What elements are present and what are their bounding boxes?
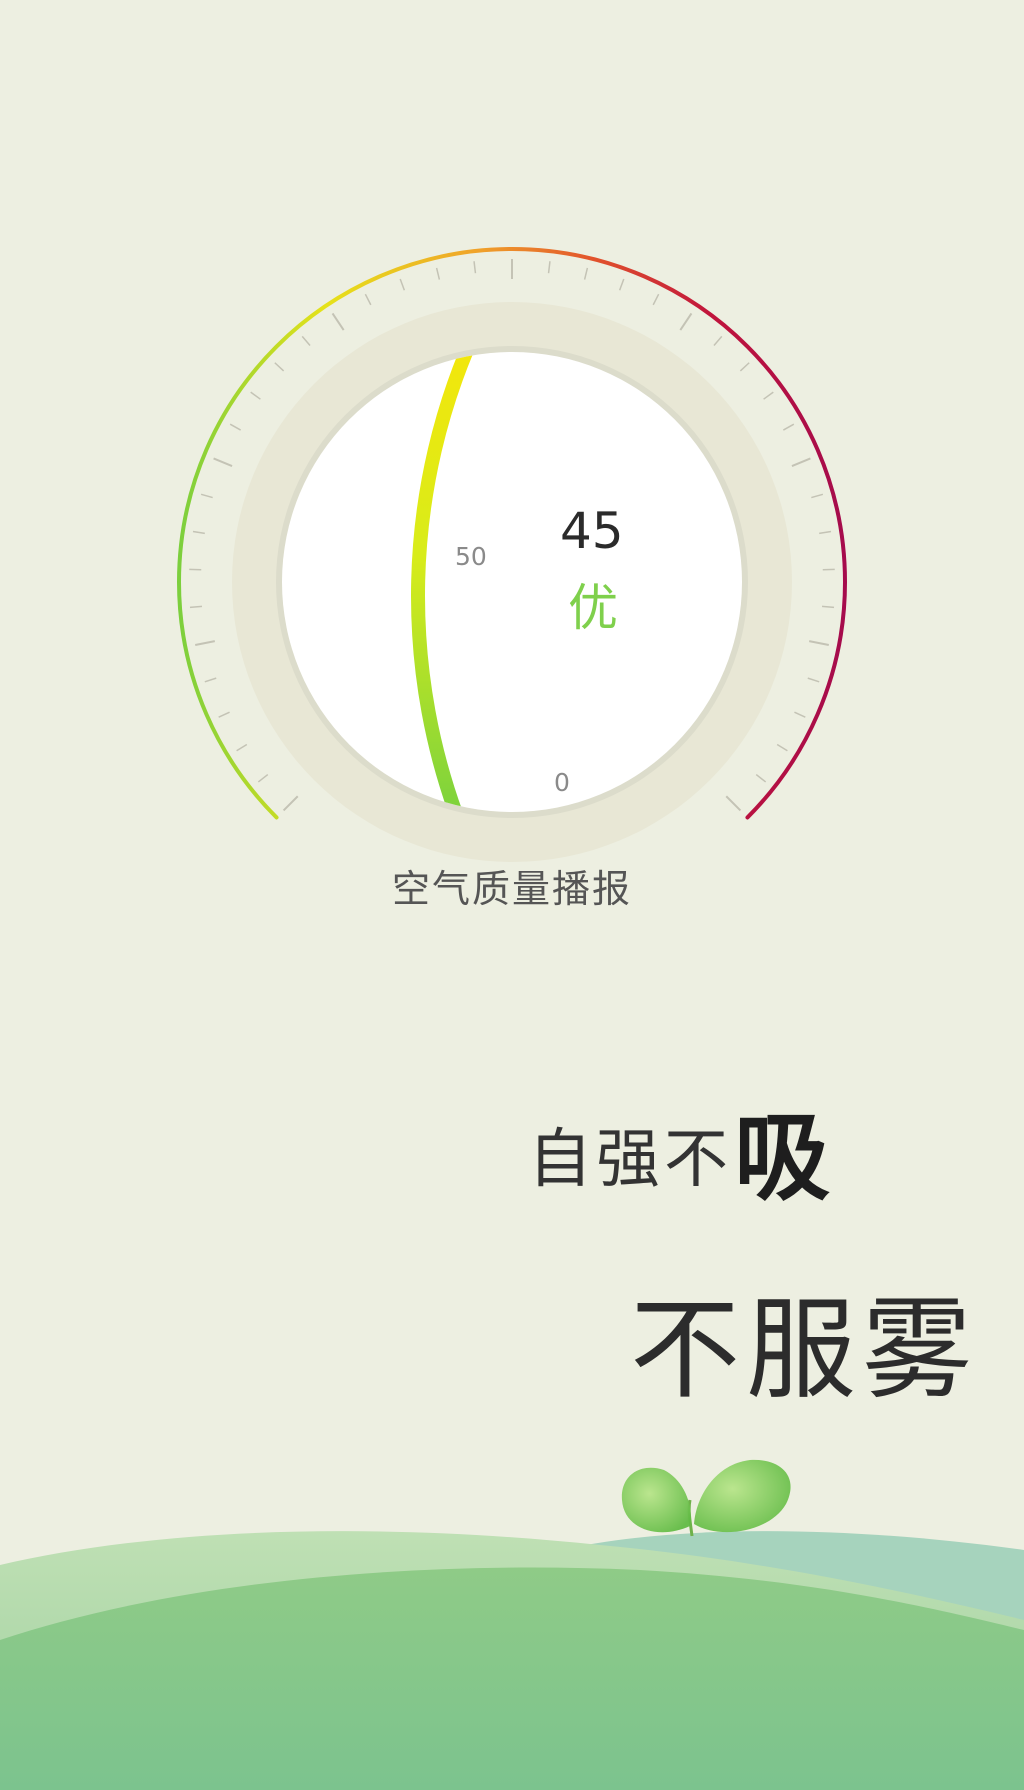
slogan-line-1: 自强不 xyxy=(528,1123,732,1197)
outer-tick xyxy=(725,795,742,812)
outer-tick xyxy=(652,293,660,306)
hills-illustration xyxy=(0,1459,1024,1790)
outer-tick xyxy=(618,278,625,291)
outer-tick xyxy=(195,640,216,646)
outer-tick xyxy=(811,493,824,499)
slogan-line-2: 不服雾 xyxy=(630,1286,978,1414)
outer-tick xyxy=(679,312,693,331)
aqi-level: 优 xyxy=(568,579,618,637)
outer-tick xyxy=(399,278,406,291)
outer-tick xyxy=(583,267,589,280)
outer-tick xyxy=(794,711,806,718)
slogan-emphasis: 吸 xyxy=(734,1102,830,1214)
outer-tick xyxy=(819,530,832,535)
outer-tick xyxy=(739,362,750,372)
inner-tick xyxy=(661,106,669,115)
outer-tick xyxy=(229,423,242,431)
aqi-gauge xyxy=(177,106,847,862)
scale-label-50: 50 xyxy=(455,542,487,571)
outer-tick xyxy=(282,795,299,812)
gauge-face xyxy=(282,352,742,812)
outer-tick xyxy=(713,335,723,347)
outer-tick xyxy=(821,605,835,609)
outer-tick xyxy=(236,743,248,752)
outer-tick xyxy=(364,293,372,306)
outer-tick xyxy=(435,267,441,280)
outer-tick xyxy=(755,773,767,783)
outer-tick xyxy=(807,677,820,683)
front-hill xyxy=(0,1567,1024,1790)
outer-tick xyxy=(547,261,551,274)
outer-tick xyxy=(200,493,213,499)
outer-tick xyxy=(218,711,230,718)
outer-tick xyxy=(189,605,203,609)
aqi-value: 45 xyxy=(560,502,624,560)
outer-tick xyxy=(782,423,795,431)
outer-tick xyxy=(331,312,345,331)
outer-tick xyxy=(250,391,261,400)
outer-tick xyxy=(274,362,285,372)
outer-tick xyxy=(776,743,788,752)
outer-tick xyxy=(301,335,311,347)
air-quality-caption: 空气质量播报 xyxy=(391,867,632,911)
sprout-icon xyxy=(621,1459,791,1537)
outer-tick xyxy=(204,677,217,683)
air-quality-screen: 50 0 45 优 空气质量播报 自强不 吸 不服雾 xyxy=(0,0,1024,1790)
scale-label-0: 0 xyxy=(554,768,570,797)
outer-tick xyxy=(257,773,269,783)
outer-tick xyxy=(763,391,774,400)
outer-tick xyxy=(213,457,233,467)
outer-tick xyxy=(473,261,477,274)
outer-tick xyxy=(791,457,811,467)
outer-tick xyxy=(192,530,205,535)
outer-tick xyxy=(808,640,829,646)
